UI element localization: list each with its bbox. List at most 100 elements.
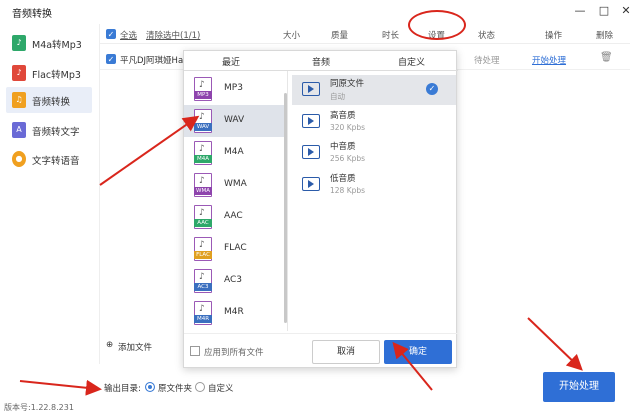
add-file-button[interactable]: 添加文件	[118, 341, 152, 353]
format-label: WMA	[224, 179, 247, 189]
mp3-file-icon: ♪ MP3	[194, 77, 212, 101]
quality-subtitle: 320 Kpbs	[330, 123, 366, 132]
flac-icon: ♪	[12, 65, 26, 81]
m4r-file-icon: ♪ M4R	[194, 301, 212, 325]
format-label: WAV	[224, 115, 245, 125]
popup-footer: 应用到所有文件 取消 确定	[184, 333, 458, 369]
quality-item-low[interactable]: 低音质 128 Kpbs	[292, 170, 456, 200]
version-label: 版本号:1.22.8.231	[4, 403, 74, 412]
m4a-file-icon: ♪ M4A	[194, 141, 212, 165]
close-button[interactable]: ✕	[618, 3, 634, 19]
sidebar-item-label: 音频转换	[32, 97, 71, 108]
column-action: 操作	[545, 31, 563, 41]
format-label: FLAC	[224, 243, 247, 253]
format-item-flac[interactable]: ♪ FLAC FLAC	[184, 233, 284, 265]
quality-subtitle: 128 Kpbs	[330, 186, 366, 195]
format-scrollbar[interactable]	[284, 93, 287, 323]
format-label: AC3	[224, 275, 243, 285]
apply-all-checkbox[interactable]	[190, 346, 200, 356]
file-list-header: ✓ 全选 清除选中(1/1) 大小 质量 时长 设置 状态 操作 删除	[100, 24, 630, 44]
apply-all-label: 应用到所有文件	[204, 348, 264, 358]
quality-title: 中音质	[330, 142, 356, 152]
format-label: M4R	[224, 307, 244, 317]
format-list: ♪ MP3 MP3 ♪ WAV WAV ♪ M4A M4A ♪ WMA WMA ♪ AAC…	[184, 71, 288, 331]
tab-audio[interactable]: 音频	[312, 55, 330, 68]
popup-tabs: 最近 音频 自定义	[184, 51, 458, 71]
cancel-button[interactable]: 取消	[312, 340, 380, 364]
sidebar-item-audio-to-text[interactable]: A 音频转文字	[6, 117, 92, 143]
format-item-wma[interactable]: ♪ WMA WMA	[184, 169, 284, 201]
format-item-ac3[interactable]: ♪ AC3 AC3	[184, 265, 284, 297]
check-icon: ✓	[426, 83, 438, 95]
maximize-button[interactable]: □	[596, 3, 612, 19]
sidebar: ♪ M4a转Mp3 ♪ Flac转Mp3 ♫ 音频转换 A 音频转文字 ● 文字…	[0, 24, 100, 364]
tab-custom[interactable]: 自定义	[398, 55, 425, 68]
radio-custom-folder-label: 自定义	[208, 384, 234, 394]
file-name: 平凡DJ阿琪娅Ha...	[120, 56, 192, 66]
sidebar-item-m4a-to-mp3[interactable]: ♪ M4a转Mp3	[6, 30, 92, 56]
format-item-m4a[interactable]: ♪ M4A M4A	[184, 137, 284, 169]
video-play-icon	[302, 114, 320, 128]
format-label: AAC	[224, 211, 243, 221]
row-start-link[interactable]: 开始处理	[532, 54, 566, 66]
radio-original-folder-label: 原文件夹	[158, 384, 193, 394]
format-item-mp3[interactable]: ♪ MP3 MP3	[184, 73, 284, 105]
m4a-icon: ♪	[12, 35, 26, 51]
wma-file-icon: ♪ WMA	[194, 173, 212, 197]
video-play-icon	[302, 145, 320, 159]
column-size: 大小	[283, 31, 301, 41]
radio-custom-folder[interactable]	[195, 382, 205, 392]
column-quality: 质量	[331, 31, 349, 41]
quality-list: 同原文件 自动 ✓ 高音质 320 Kpbs 中音质 256 Kpbs 低音质 …	[292, 71, 456, 331]
format-item-aac[interactable]: ♪ AAC AAC	[184, 201, 284, 233]
annotation-ellipse	[408, 10, 466, 40]
row-status: 待处理	[474, 56, 500, 66]
quality-item-original[interactable]: 同原文件 自动 ✓	[292, 75, 456, 105]
flac-file-icon: ♪ FLAC	[194, 237, 212, 261]
text-a-icon: A	[12, 122, 26, 138]
sidebar-item-text-to-speech[interactable]: ● 文字转语音	[6, 146, 92, 172]
sidebar-item-label: Flac转Mp3	[32, 70, 81, 81]
select-all-link[interactable]: 全选	[120, 29, 137, 41]
format-label: M4A	[224, 147, 244, 157]
music-note-icon: ♫	[12, 92, 26, 108]
column-duration: 时长	[382, 31, 400, 41]
quality-item-medium[interactable]: 中音质 256 Kpbs	[292, 138, 456, 168]
quality-title: 同原文件	[330, 79, 365, 89]
quality-title: 低音质	[330, 174, 356, 184]
quality-subtitle: 256 Kpbs	[330, 154, 366, 163]
format-item-m4r[interactable]: ♪ M4R M4R	[184, 297, 284, 329]
quality-subtitle: 自动	[330, 92, 345, 101]
video-play-icon	[302, 177, 320, 191]
format-label: MP3	[224, 83, 243, 93]
sidebar-item-label: 文字转语音	[32, 156, 80, 167]
format-item-wav[interactable]: ♪ WAV WAV	[184, 105, 284, 137]
sidebar-item-label: 音频转文字	[32, 127, 80, 138]
sidebar-item-label: M4a转Mp3	[32, 40, 82, 51]
quality-item-high[interactable]: 高音质 320 Kpbs	[292, 107, 456, 137]
select-all-checkbox[interactable]: ✓	[106, 29, 116, 39]
arrow-to-output	[19, 379, 102, 396]
title-bar: 音频转换 — □ ✕	[0, 0, 640, 24]
confirm-button[interactable]: 确定	[384, 340, 452, 364]
video-play-icon	[302, 82, 320, 96]
quality-title: 高音质	[330, 111, 356, 121]
tab-recent[interactable]: 最近	[222, 55, 240, 68]
sidebar-item-audio-convert[interactable]: ♫ 音频转换	[6, 87, 92, 113]
start-processing-button[interactable]: 开始处理	[543, 372, 615, 402]
radio-original-folder[interactable]	[145, 382, 155, 392]
row-checkbox[interactable]: ✓	[106, 54, 116, 64]
ac3-file-icon: ♪ AC3	[194, 269, 212, 293]
add-file-bar: ⊕ 添加文件	[100, 338, 184, 358]
app-title: 音频转换	[12, 9, 52, 20]
sidebar-item-flac-to-mp3[interactable]: ♪ Flac转Mp3	[6, 60, 92, 86]
speech-icon: ●	[12, 151, 26, 167]
wav-file-icon: ♪ WAV	[194, 109, 212, 133]
clear-selected-link[interactable]: 清除选中(1/1)	[146, 29, 200, 41]
minimize-button[interactable]: —	[572, 3, 588, 19]
arrow-to-start	[527, 317, 583, 371]
add-icon[interactable]: ⊕	[106, 340, 113, 350]
arrow-to-wav	[99, 115, 200, 186]
trash-icon[interactable]: 🗑	[600, 52, 613, 63]
format-popup: 最近 音频 自定义 ♪ MP3 MP3 ♪ WAV WAV ♪ M4A M4A ♪ WM…	[183, 50, 458, 369]
